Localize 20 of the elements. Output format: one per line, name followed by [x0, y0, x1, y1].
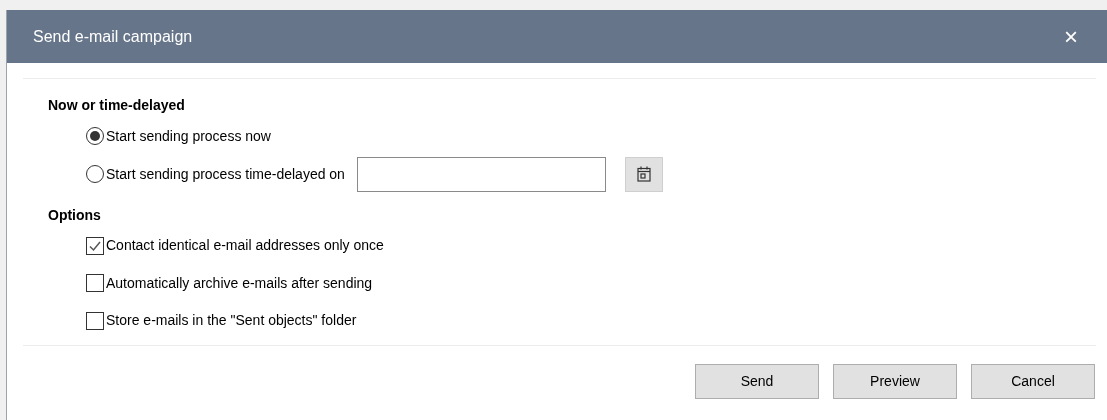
radio-label: Start sending process now: [106, 126, 271, 146]
calendar-icon: [636, 166, 651, 182]
section-heading: Now or time-delayed: [48, 95, 186, 115]
dialog-button[interactable]: Cancel: [971, 363, 1095, 399]
dialog-button[interactable]: Send: [695, 363, 819, 399]
checkbox-label: Automatically archive e-mails after sending: [106, 273, 373, 293]
radio-button[interactable]: [86, 127, 104, 145]
radio-button[interactable]: [86, 165, 104, 183]
radio-label: Start sending process time-delayed on: [106, 164, 345, 184]
calendar-button[interactable]: [624, 156, 663, 192]
checkbox-label: Contact identical e-mail addresses only once: [106, 236, 384, 256]
section-heading: Options: [48, 205, 102, 225]
date-field[interactable]: [356, 156, 606, 192]
close-button[interactable]: ×: [1064, 24, 1078, 49]
checkbox-label: Store e-mails in the "Sent objects" folder: [106, 311, 357, 331]
checkbox[interactable]: [86, 274, 104, 293]
checkbox[interactable]: [86, 236, 104, 255]
checkbox[interactable]: [86, 311, 104, 330]
dialog-button[interactable]: Preview: [833, 363, 957, 399]
window-title: Send e-mail campaign: [33, 26, 193, 47]
